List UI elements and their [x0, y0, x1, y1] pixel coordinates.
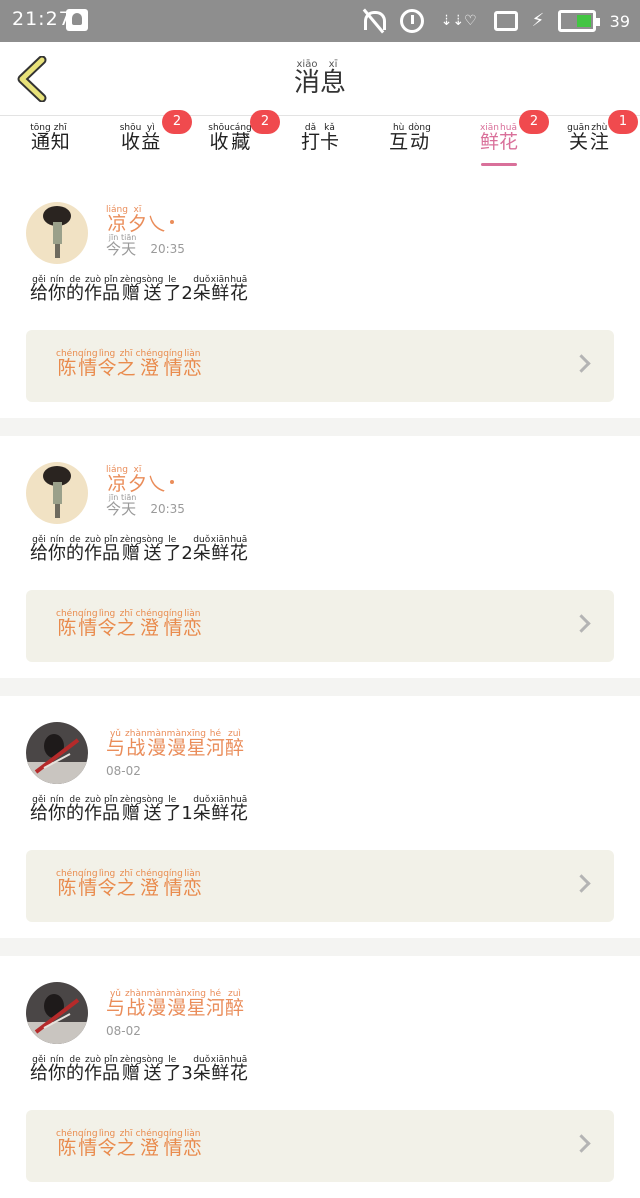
name-dot [169, 480, 174, 484]
charging-icon: ⚡ [531, 10, 545, 31]
work-card[interactable]: chén 陈 qíng 情 lìng 令 zhī 之 chéng 澄 qíng 情 liàn 恋 [26, 330, 614, 402]
tab-notifications[interactable]: tōng 通 zhī 知 [12, 124, 88, 174]
work-title: chén 陈 qíng 情 lìng 令 zhī 之 chéng 澄 qíng 情 liàn 恋 [56, 1129, 202, 1159]
divider [0, 418, 640, 436]
alarm-icon [399, 9, 424, 33]
timestamp: 08-02 [106, 764, 141, 778]
avatar[interactable] [26, 462, 88, 524]
avatar[interactable] [26, 722, 88, 784]
tab-checkin[interactable]: dǎ 打 kǎ 卡 [282, 124, 358, 174]
message-text: gěi 给 nín 你 de 的 zuò 作 pǐn 品 zèng 赠 sòng 送 le 了 2 duǒ 朵 xiā… [30, 535, 248, 564]
message-text: gěi 给 nín 你 de 的 zuò 作 pǐn 品 zèng 赠 sòng 送 le 了 2 duǒ 朵 xiā… [30, 275, 248, 304]
chevron-right-icon [572, 874, 591, 893]
mute-icon [360, 8, 386, 34]
status-bar: 21:27 ⇣⇣♡ ⚡ 39 [0, 0, 640, 42]
name-dot [169, 220, 174, 224]
badge-following: 1 [608, 110, 638, 134]
work-title: chén 陈 qíng 情 lìng 令 zhī 之 chéng 澄 qíng 情 liàn 恋 [56, 869, 202, 899]
avatar[interactable] [26, 982, 88, 1044]
status-icons: ⇣⇣♡ ⚡ 39 [360, 6, 630, 36]
qq-icon [66, 9, 88, 31]
flower-feed: liáng 凉 xī 夕乀 jīn 今 tiān 天 20:35 gěi 给 nín 你 de 的 zuò… [0, 176, 640, 1198]
list-item[interactable]: liáng 凉 xī 夕乀 jīn 今 tiān 天 20:35 gěi 给 nín 你 de 的 zuò… [0, 176, 640, 418]
sender-name[interactable]: yǔ 与 zhàn 战 màn 漫 màn 漫 xīng 星 hé 河 zuì 醉 [106, 730, 244, 758]
tab-interactions[interactable]: hù 互 dòng 动 [372, 124, 448, 174]
work-title: chén 陈 qíng 情 lìng 令 zhī 之 chéng 澄 qíng 情 liàn 恋 [56, 609, 202, 639]
wifi-icon: ⇣⇣♡ [440, 13, 477, 29]
work-card[interactable]: chén 陈 qíng 情 lìng 令 zhī 之 chéng 澄 qíng 情 liàn 恋 [26, 590, 614, 662]
work-card[interactable]: chén 陈 qíng 情 lìng 令 zhī 之 chéng 澄 qíng 情 liàn 恋 [26, 1110, 614, 1182]
title-char: xiāo 消 [293, 59, 320, 98]
timestamp: 08-02 [106, 1024, 141, 1038]
badge-favorites: 2 [250, 110, 280, 134]
timestamp: jīn 今 tiān 天 20:35 [106, 233, 185, 258]
chevron-right-icon [572, 1134, 591, 1153]
chevron-right-icon [572, 614, 591, 633]
work-card[interactable]: chén 陈 qíng 情 lìng 令 zhī 之 chéng 澄 qíng 情 liàn 恋 [26, 850, 614, 922]
list-item[interactable]: yǔ 与 zhàn 战 màn 漫 màn 漫 xīng 星 hé 河 zuì 醉 08-02 gěi 给 n… [0, 696, 640, 938]
battery-icon [557, 10, 600, 32]
timestamp: jīn 今 tiān 天 20:35 [106, 493, 185, 518]
sender-name[interactable]: yǔ 与 zhàn 战 màn 漫 màn 漫 xīng 星 hé 河 zuì 醉 [106, 990, 244, 1018]
tablet-icon [493, 11, 518, 31]
divider [0, 938, 640, 956]
chevron-right-icon [572, 354, 591, 373]
message-text: gěi 给 nín 你 de 的 zuò 作 pǐn 品 zèng 赠 sòng 送 le 了 1 duǒ 朵 xiā… [30, 795, 248, 824]
list-item[interactable]: yǔ 与 zhàn 战 màn 漫 màn 漫 xīng 星 hé 河 zuì 醉 08-02 gěi 给 n… [0, 956, 640, 1198]
message-text: gěi 给 nín 你 de 的 zuò 作 pǐn 品 zèng 赠 sòng 送 le 了 3 duǒ 朵 xiā… [30, 1055, 248, 1084]
battery-level: 39 [609, 11, 630, 31]
work-title: chén 陈 qíng 情 lìng 令 zhī 之 chéng 澄 qíng 情 liàn 恋 [56, 349, 202, 379]
sender-name[interactable]: liáng 凉 xī 夕乀 [106, 466, 174, 494]
page-title: xiāo 消 xī 息 [0, 59, 640, 98]
divider [0, 678, 640, 696]
avatar[interactable] [26, 202, 88, 264]
list-item[interactable]: liáng 凉 xī 夕乀 jīn 今 tiān 天 20:35 gěi 给 nín 你 de 的 zuò… [0, 436, 640, 678]
header: xiāo 消 xī 息 [0, 42, 640, 116]
active-tab-indicator [481, 163, 517, 166]
badge-earnings: 2 [162, 110, 192, 134]
title-char: xī 息 [320, 59, 347, 98]
status-time: 21:27 [12, 8, 72, 30]
badge-flowers: 2 [519, 110, 549, 134]
sender-name[interactable]: liáng 凉 xī 夕乀 [106, 206, 174, 234]
